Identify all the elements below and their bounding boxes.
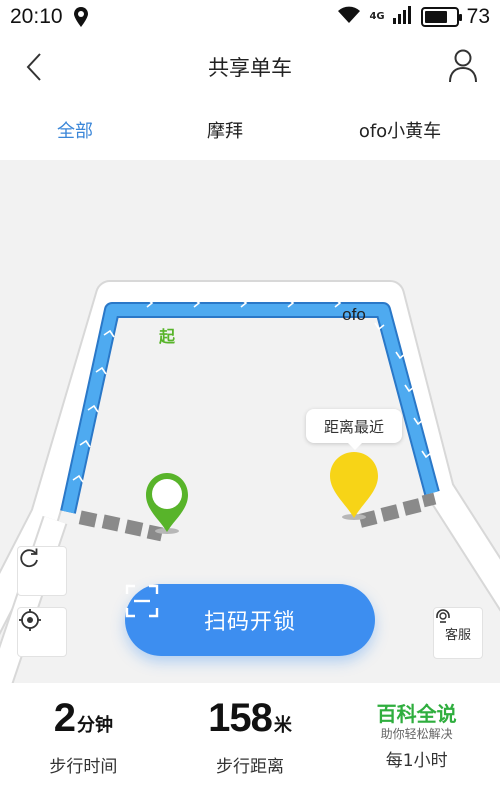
- service-label: 客服: [444, 627, 471, 643]
- map-view[interactable]: 起 ofo 距离最近 客服 扫码开锁: [0, 160, 500, 683]
- start-marker[interactable]: [146, 473, 188, 534]
- ofo-marker-label: ofo: [342, 305, 366, 324]
- customer-service-button[interactable]: 客服: [433, 607, 483, 659]
- locate-button[interactable]: [17, 607, 67, 657]
- user-icon: [449, 49, 477, 83]
- status-bar: 20:10 4G 73: [0, 0, 500, 34]
- walk-distance-value: 158: [208, 696, 273, 740]
- provider-tabs: 全部 摩拜 ofo小黄车: [0, 100, 500, 160]
- walk-time-label: 步行时间: [49, 757, 118, 777]
- page-title: 共享单车: [208, 56, 292, 80]
- walk-distance-label: 步行距离: [216, 757, 284, 777]
- headset-icon: [436, 609, 450, 623]
- walk-connector: [78, 492, 437, 542]
- watermark-title: 百科全说: [376, 702, 457, 726]
- battery-percent: 73: [466, 5, 490, 28]
- chevron-left-icon: [26, 53, 41, 81]
- nearest-callout: 距离最近: [306, 409, 402, 450]
- ofo-bike-marker[interactable]: [330, 452, 378, 520]
- network-type: 4G: [369, 11, 385, 22]
- price-label: 每1小时: [385, 751, 448, 771]
- refresh-button[interactable]: [17, 546, 67, 596]
- start-marker-label: 起: [158, 327, 175, 346]
- walk-time-stat: 2 分钟 步行时间: [0, 683, 167, 790]
- nav-bar: 共享单车: [0, 34, 500, 100]
- user-profile-button[interactable]: [446, 48, 480, 84]
- app-notification-icon: [73, 6, 89, 28]
- back-button[interactable]: [18, 50, 50, 84]
- tab-ofo[interactable]: ofo小黄车: [300, 117, 500, 143]
- scan-unlock-button[interactable]: 扫码开锁: [125, 584, 375, 656]
- watermark-subtitle: 助你轻松解决: [380, 727, 453, 741]
- walk-distance-stat: 158 米 步行距离: [167, 683, 334, 790]
- tab-mobike[interactable]: 摩拜: [150, 117, 300, 143]
- status-time: 20:10: [10, 5, 63, 28]
- scan-unlock-label: 扫码开锁: [203, 610, 296, 635]
- trip-stats: 2 分钟 步行时间 158 米 步行距离 百科全说 助你轻松解决 每1小时: [0, 683, 500, 790]
- wifi-icon: [337, 5, 361, 29]
- walk-distance-unit: 米: [273, 715, 292, 736]
- battery-fill: [424, 11, 447, 23]
- walk-time-value: 2: [53, 696, 76, 740]
- walk-time-unit: 分钟: [76, 715, 113, 736]
- scan-icon: [125, 584, 159, 618]
- refresh-icon: [20, 548, 38, 568]
- price-stat: 百科全说 助你轻松解决 每1小时: [333, 683, 500, 790]
- locate-icon: [19, 609, 41, 631]
- signal-icon: [392, 5, 413, 29]
- battery-icon: [420, 7, 462, 27]
- tab-all[interactable]: 全部: [0, 117, 150, 143]
